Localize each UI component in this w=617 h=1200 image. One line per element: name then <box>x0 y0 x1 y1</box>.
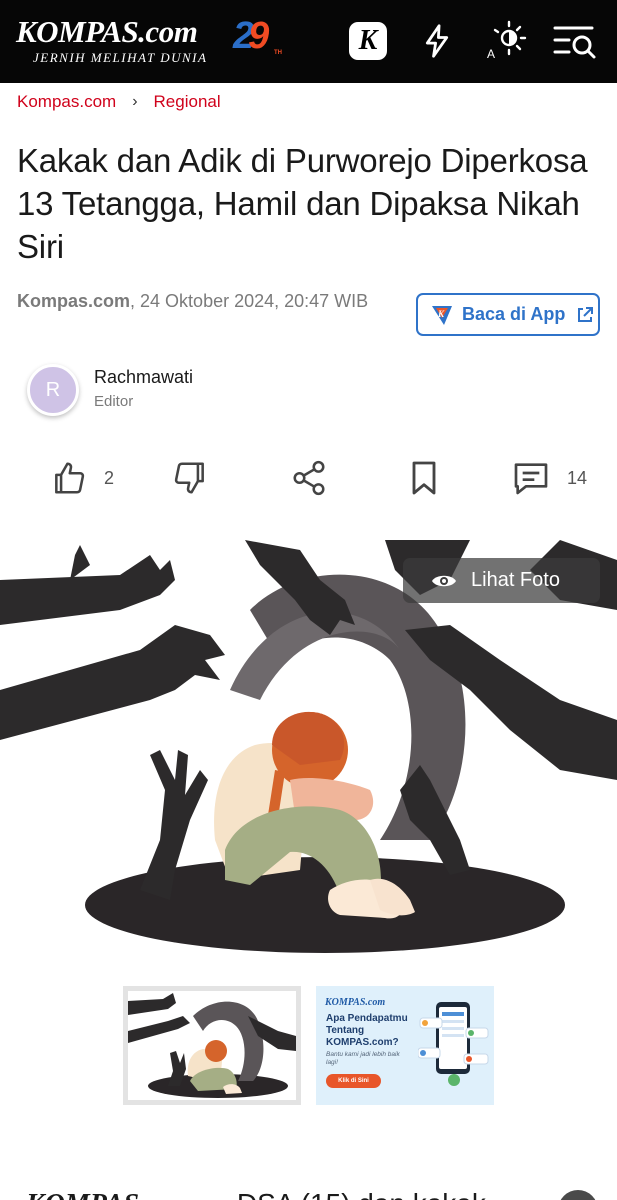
read-in-app-label: Baca di App <box>462 304 566 324</box>
phone-illustration-icon <box>418 1002 489 1086</box>
survey-ad-thumbnail[interactable]: KOMPAS.com Apa Pendapatmu Tentang KOMPAS… <box>316 986 494 1105</box>
lightning-icon <box>425 24 449 58</box>
logo-tagline: JERNIH MELIHAT DUNIA <box>33 50 208 65</box>
article-title: Kakak dan Adik di Purworejo Diperkosa 13… <box>17 142 588 265</box>
next-article-teaser[interactable]: KOMPAS DSA (15) dan kakak <box>26 1188 486 1200</box>
article-meta: Kompas.com, 24 Oktober 2024, 20:47 WIB <box>17 288 387 315</box>
like-count: 2 <box>104 467 115 488</box>
breadcrumb-separator: › <box>132 93 138 110</box>
share-icon <box>293 460 325 496</box>
ad-title: Apa Pendapatmu Tentang KOMPAS.com? <box>326 1013 408 1048</box>
comment-icon <box>514 463 548 495</box>
anniversary-badge: 29 <box>233 15 270 57</box>
author-name[interactable]: Rachmawati <box>94 367 193 388</box>
kompas-logo[interactable]: KOMPAS.com JERNIH MELIHAT DUNIA 29 TH <box>16 14 282 68</box>
kompas-app-button[interactable]: K <box>345 18 391 64</box>
article-hero-image[interactable] <box>0 540 617 970</box>
gallery-thumbnail-photo[interactable] <box>123 986 301 1105</box>
breadcrumb-section[interactable]: Regional <box>154 92 221 112</box>
svg-text:A: A <box>487 47 495 61</box>
eye-icon <box>432 575 456 586</box>
thumbnail-illustration <box>128 993 296 1098</box>
breadcrumb-home[interactable]: Kompas.com <box>17 92 116 112</box>
thumbs-up-icon <box>55 462 85 494</box>
external-link-icon <box>578 306 594 322</box>
author-avatar[interactable]: R <box>27 364 79 416</box>
logo-wordmark: KOMPAS.com <box>16 14 198 49</box>
author-initial: R <box>45 378 61 401</box>
bookmark-button[interactable] <box>404 457 444 499</box>
comment-count: 14 <box>567 467 588 488</box>
bookmark-icon <box>412 461 436 495</box>
kompas-k-icon: K <box>349 22 387 60</box>
display-settings-button[interactable]: A <box>482 18 528 64</box>
read-in-app-button[interactable]: K Baca di App <box>416 293 600 336</box>
like-button[interactable]: 2 <box>50 457 114 499</box>
teaser-text: DSA (15) dan kakak <box>237 1188 486 1200</box>
teaser-avatar <box>558 1190 598 1200</box>
kompas-app-logo-icon: K <box>430 303 454 327</box>
top-navigation-bar: KOMPAS.com JERNIH MELIHAT DUNIA 29 TH K … <box>0 0 617 83</box>
share-button[interactable] <box>290 457 328 499</box>
article-source[interactable]: Kompas.com <box>17 291 130 311</box>
teaser-brand: KOMPAS <box>26 1189 139 1200</box>
anniversary-suffix: TH <box>274 50 282 56</box>
ad-cta-button[interactable]: Klik di Sini <box>326 1074 381 1088</box>
lightning-button[interactable] <box>414 18 460 64</box>
menu-search-icon <box>553 26 596 59</box>
hero-illustration <box>0 540 617 953</box>
breadcrumb: Kompas.com › Regional <box>17 90 221 114</box>
thumbs-down-icon <box>174 462 204 494</box>
article-datetime: , 24 Oktober 2024, 20:47 WIB <box>130 291 369 311</box>
author-role: Editor <box>94 393 134 410</box>
menu-search-button[interactable] <box>552 18 598 64</box>
view-photo-button[interactable]: Lihat Foto <box>403 558 600 603</box>
comment-button[interactable]: 14 <box>511 457 587 499</box>
svg-text:K: K <box>437 309 445 319</box>
ad-subtitle: Bantu kami jadi lebih baik lagi! <box>326 1051 400 1066</box>
dislike-button[interactable] <box>171 457 209 499</box>
view-photo-label: Lihat Foto <box>471 569 560 591</box>
ad-logo: KOMPAS.com <box>325 997 386 1008</box>
font-brightness-icon: A <box>487 20 527 61</box>
